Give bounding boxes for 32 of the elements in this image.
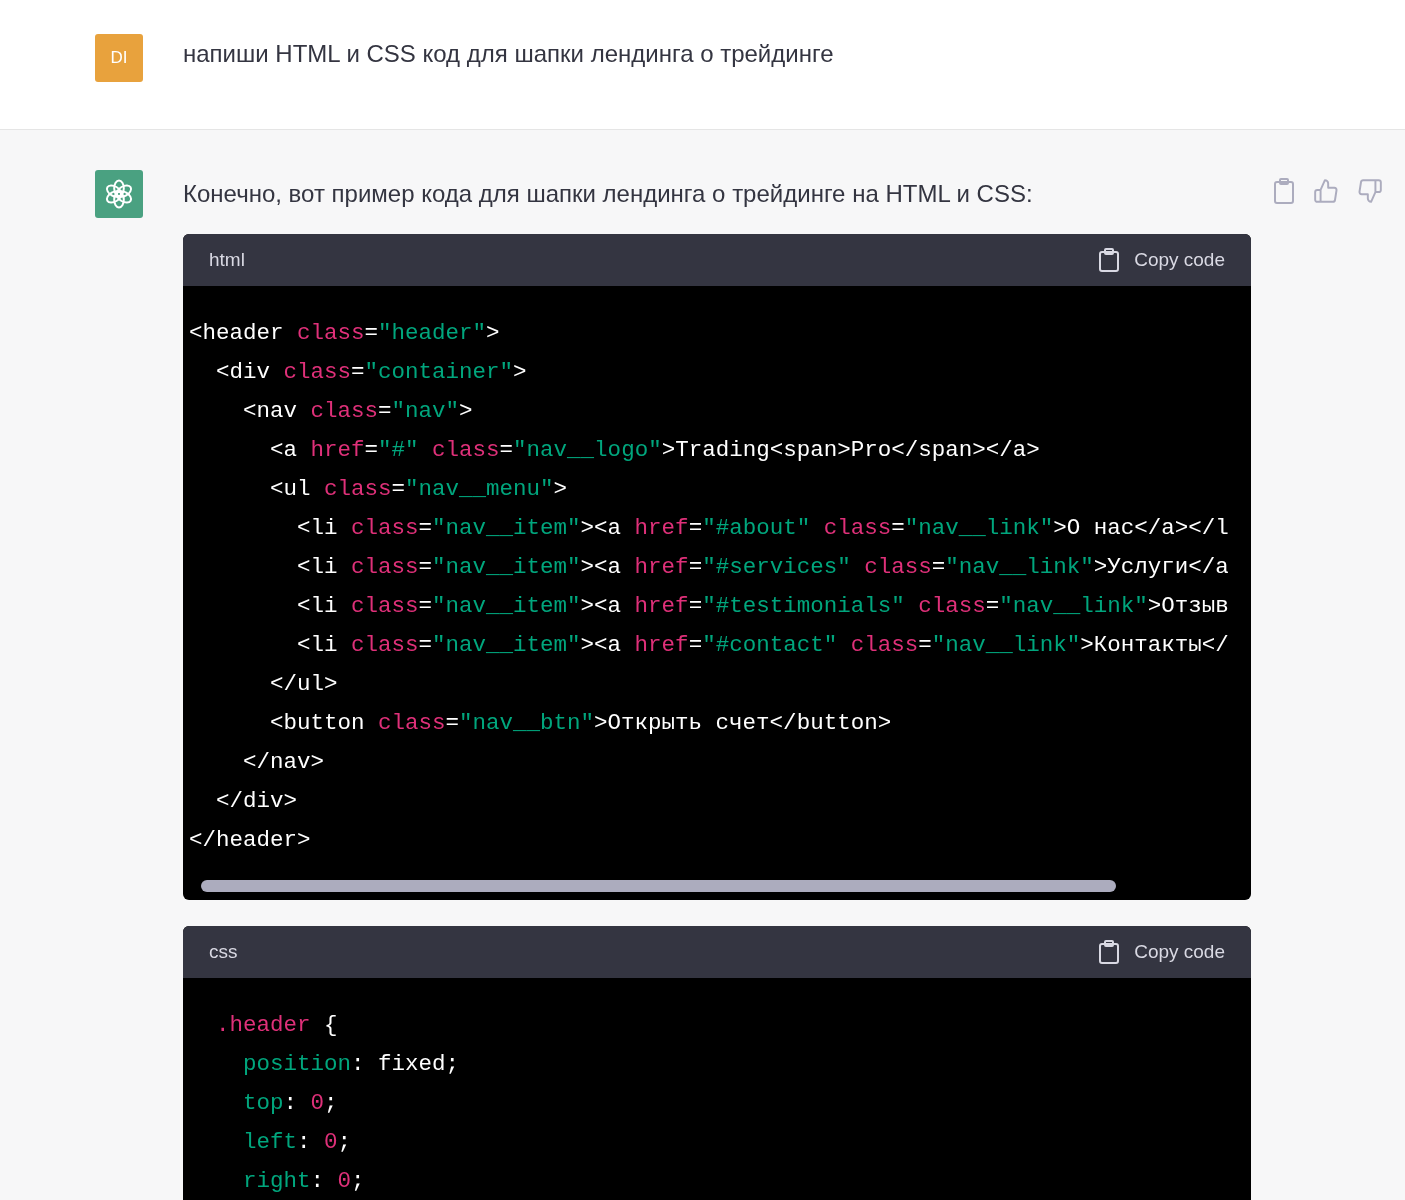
code-line: <header class="header"> — [189, 319, 501, 348]
code-line: <div class="container"> — [215, 358, 528, 387]
code-line: <nav class="nav"> — [242, 397, 474, 426]
clipboard-icon[interactable] — [1273, 178, 1295, 204]
code-line: </div> — [215, 787, 299, 816]
code-line: left: 0; — [242, 1128, 353, 1157]
user-message-text: напиши HTML и CSS код для шапки лендинга о трейдинге — [183, 39, 834, 69]
copy-code-button[interactable]: Copy code — [1098, 248, 1225, 272]
copy-code-button[interactable]: Copy code — [1098, 940, 1225, 964]
scrollbar-thumb[interactable] — [201, 880, 1116, 892]
code-line: </nav> — [242, 748, 326, 777]
code-line: <button class="nav__btn">Открыть счет</button> — [269, 709, 893, 738]
code-line: </ul> — [269, 670, 339, 699]
code-line: right: 0; — [242, 1167, 366, 1196]
clipboard-icon — [1098, 248, 1121, 272]
thumbs-down-icon[interactable] — [1357, 178, 1383, 204]
clipboard-icon — [1098, 940, 1121, 964]
language-label: html — [209, 249, 245, 271]
assistant-message-text: Конечно, вот пример кода для шапки лендинга о трейдинге на HTML и CSS: — [183, 179, 1034, 209]
code-line: <li class="nav__item"><a href="#testimonials" class="nav__link">Отзыв — [296, 592, 1230, 621]
code-line: </header> — [189, 826, 312, 855]
code-line: <li class="nav__item"><a href="#contact" class="nav__link">Контакты</ — [296, 631, 1230, 660]
code-line: top: 0; — [242, 1089, 339, 1118]
language-label: css — [209, 941, 238, 963]
code-line: <li class="nav__item"><a href="#about" class="nav__link">О нас</a></l — [296, 514, 1230, 543]
code-line: position: fixed; — [242, 1050, 461, 1079]
thumbs-up-icon[interactable] — [1313, 178, 1339, 204]
code-line: <ul class="nav__menu"> — [269, 475, 569, 504]
code-line: <a href="#" class="nav__logo">Trading<span>Pro</span></a> — [269, 436, 1041, 465]
code-line: .header { — [215, 1011, 339, 1040]
code-line: <li class="nav__item"><a href="#services" class="nav__link">Услуги</a — [296, 553, 1230, 582]
user-avatar: DI — [95, 34, 143, 82]
